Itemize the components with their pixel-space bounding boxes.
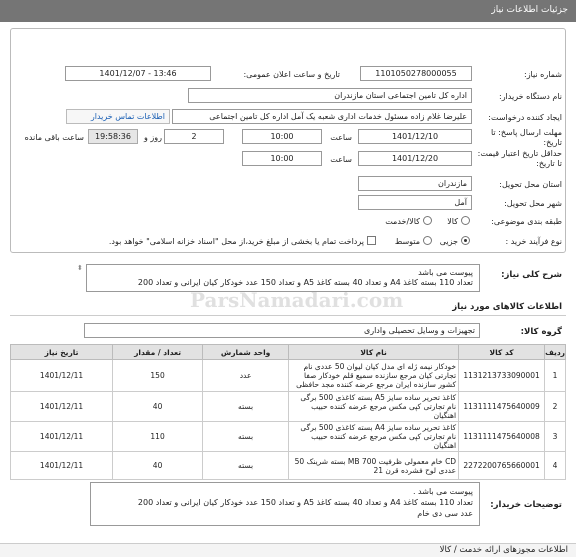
announce-label: تاریخ و ساعت اعلان عمومی:	[243, 70, 340, 79]
category-label: طبقه بندی موضوعی:	[491, 217, 562, 226]
licenses-section-bar[interactable]: اطلاعات مجوزهای ارائه خدمت / کالا	[0, 543, 576, 557]
process-option-medium: متوسط	[394, 237, 420, 246]
row-index: 1	[544, 359, 566, 392]
goods-group-label: گروه کالا:	[520, 327, 562, 337]
goods-table: ردیف کد کالا نام کالا واحد شمارش تعداد /…	[9, 344, 566, 480]
table-row: 2 1131111475640009 کاغذ تحریر ساده سایز …	[9, 391, 566, 422]
col-name: نام کالا	[288, 344, 460, 360]
goods-group-field: تجهیزات و وسایل تحصیلی واداری	[84, 323, 480, 338]
table-row: 4 2272200765660001 CD خام معمولی ظرفیت 7…	[9, 451, 566, 480]
row-name: خودکار نیمه ژله ای مدل کیان لیوان 50 عدد…	[288, 359, 460, 392]
goods-section-title: اطلاعات کالاهای مورد نیاز	[452, 302, 562, 312]
goods-table-header: ردیف کد کالا نام کالا واحد شمارش تعداد /…	[9, 344, 566, 360]
creator-label: ایجاد کننده درخواست:	[488, 113, 562, 122]
buyer-notes-line1: پیوست می باشد .	[412, 487, 473, 496]
row-unit: عدد	[202, 359, 290, 392]
row-name: CD خام معمولی ظرفیت 700 MB بسته شرینک 50…	[288, 451, 460, 480]
buyer-notes-line2: تعداد 110 بسته کاغذ A4 و تعداد 40 بسته ک…	[137, 498, 473, 507]
city-label: شهر محل تحویل:	[504, 199, 562, 208]
row-date: 1401/12/11	[9, 391, 114, 422]
validity-time-label: ساعت	[330, 155, 352, 164]
remaining-time-field: 19:58:36	[88, 129, 138, 144]
city-field: آمل	[358, 195, 472, 210]
treasury-payment-checkbox[interactable]	[367, 236, 376, 245]
process-option-minor: جزیی	[439, 237, 458, 246]
category-radio-goods[interactable]	[461, 216, 470, 225]
col-code: کد کالا	[458, 344, 546, 360]
category-option-goods-service: کالا/خدمت	[385, 217, 420, 226]
col-qty: تعداد / مقدار	[112, 344, 204, 360]
deadline-label: مهلت ارسال پاسخ: تا تاریخ:	[490, 128, 562, 147]
deadline-date-field: 1401/12/10	[358, 129, 472, 144]
licenses-section-title: اطلاعات مجوزهای ارائه خدمت / کالا	[439, 545, 568, 555]
col-unit: واحد شمارش	[202, 344, 290, 360]
validity-time-field: 10:00	[242, 151, 322, 166]
announce-field: 1401/12/07 - 13:46	[65, 66, 211, 81]
creator-field: علیرضا غلام زاده مسئول خدمات اداری شعبه …	[172, 109, 472, 124]
row-qty: 150	[112, 359, 204, 392]
buyer-label: نام دستگاه خریدار:	[499, 92, 562, 101]
process-label: نوع فرآیند خرید :	[505, 237, 562, 246]
row-unit: بسته	[202, 421, 290, 452]
row-code: 1131213733090001	[458, 359, 546, 392]
row-unit: بسته	[202, 451, 290, 480]
row-code: 2272200765660001	[458, 451, 546, 480]
watermark-logo: ParsNamadari.com	[190, 288, 404, 312]
buyer-contact-link-box[interactable]: اطلاعات تماس خریدار	[66, 109, 170, 124]
row-unit: بسته	[202, 391, 290, 422]
goods-divider	[10, 315, 566, 316]
days-remaining-field: 2	[164, 129, 224, 144]
row-code: 1131111475640009	[458, 391, 546, 422]
need-number-label: شماره نیاز:	[524, 70, 562, 79]
buyer-field: اداره کل تامین اجتماعی استان مازندران	[188, 88, 472, 103]
buyer-notes-label: توضیحات خریدار:	[490, 500, 562, 510]
col-index: ردیف	[544, 344, 566, 360]
row-qty: 110	[112, 421, 204, 452]
days-label: روز و	[144, 133, 162, 142]
row-name: کاغذ تحریر ساده سایز A4 بسته کاغذی 500 ب…	[288, 421, 460, 452]
row-index: 4	[544, 451, 566, 480]
remaining-label: ساعت باقی مانده	[24, 133, 84, 142]
row-code: 1131111475640008	[458, 421, 546, 452]
buyer-contact-link[interactable]: اطلاعات تماس خریدار	[91, 112, 165, 121]
process-radio-minor[interactable]	[461, 236, 470, 245]
panel-title: جزئیات اطلاعات نیاز	[491, 5, 568, 15]
row-index: 2	[544, 391, 566, 422]
need-number-field: 1101050278000055	[360, 66, 472, 81]
category-radio-goods-service[interactable]	[423, 216, 432, 225]
deadline-time-field: 10:00	[242, 129, 322, 144]
need-summary-label: شرح کلی نیاز:	[501, 270, 562, 280]
row-date: 1401/12/11	[9, 359, 114, 392]
row-index: 3	[544, 421, 566, 452]
category-option-goods: کالا	[447, 217, 458, 226]
province-label: استان محل تحویل:	[499, 180, 562, 189]
province-field: مازندران	[358, 176, 472, 191]
row-date: 1401/12/11	[9, 451, 114, 480]
panel-header: جزئیات اطلاعات نیاز	[0, 0, 576, 22]
row-qty: 40	[112, 391, 204, 422]
row-date: 1401/12/11	[9, 421, 114, 452]
treasury-payment-note: پرداخت تمام یا بخشی از مبلغ خرید،از محل …	[108, 237, 364, 246]
need-summary-line1: پیوست می باشد	[418, 268, 473, 277]
table-row: 1 1131213733090001 خودکار نیمه ژله ای مد…	[9, 359, 566, 392]
table-row: 3 1131111475640008 کاغذ تحریر ساده سایز …	[9, 421, 566, 452]
deadline-time-label: ساعت	[330, 133, 352, 142]
buyer-notes-line3: عدد سی دی خام	[417, 509, 473, 518]
buyer-notes-box: پیوست می باشد . تعداد 110 بسته کاغذ A4 و…	[90, 482, 480, 526]
col-date: تاریخ نیاز	[9, 344, 114, 360]
need-summary-line2: تعداد 110 بسته کاغذ A4 و تعداد 40 بسته ک…	[137, 278, 473, 287]
row-name: کاغذ تحریر ساده سایز A5 بسته کاغذی 500 ب…	[288, 391, 460, 422]
validity-label: حداقل تاریخ اعتبار قیمت: تا تاریخ:	[477, 149, 562, 168]
textarea-resize-icon[interactable]: ⬍	[77, 264, 83, 272]
validity-date-field: 1401/12/20	[358, 151, 472, 166]
process-radio-medium[interactable]	[423, 236, 432, 245]
row-qty: 40	[112, 451, 204, 480]
